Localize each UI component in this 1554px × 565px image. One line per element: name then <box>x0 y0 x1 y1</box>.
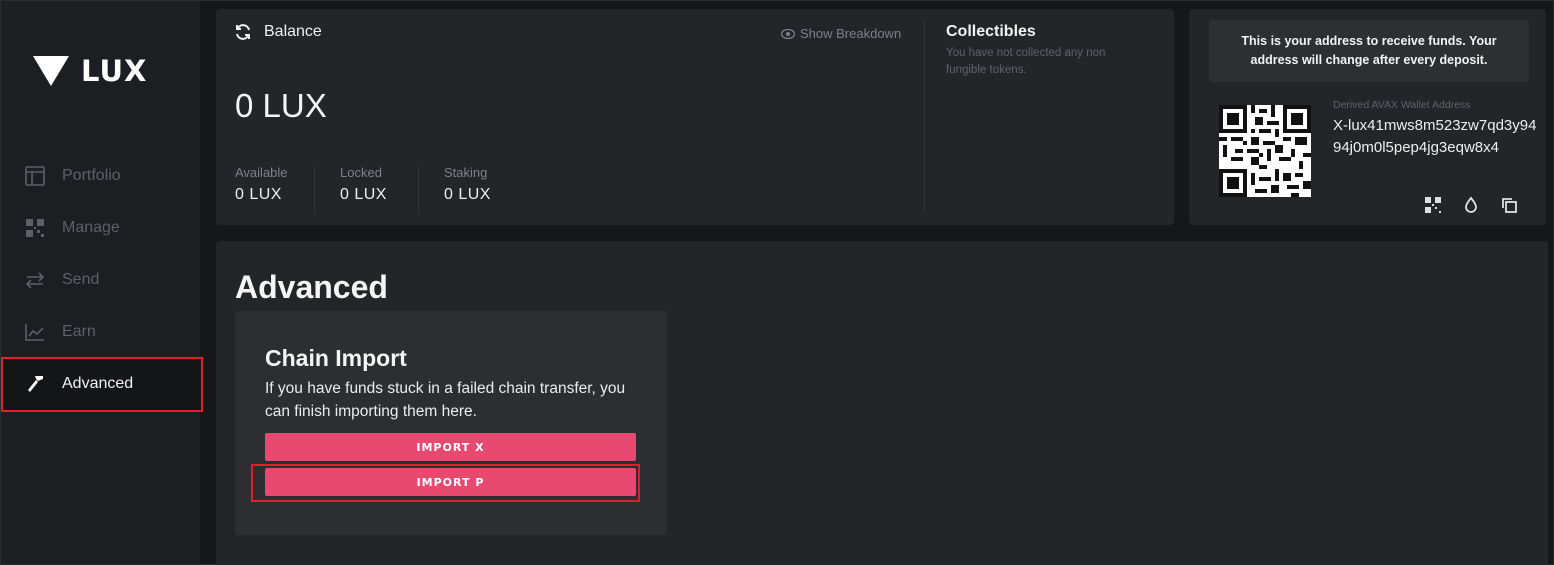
available-label: Available <box>235 165 288 180</box>
staking-label: Staking <box>444 165 488 180</box>
page-title: Advanced <box>235 269 388 305</box>
sidebar-item-portfolio[interactable]: Portfolio <box>1 150 200 202</box>
qr-grid-icon <box>26 219 44 237</box>
sidebar-item-label: Portfolio <box>62 167 121 184</box>
advanced-panel: Advanced Chain Import If you have funds … <box>216 241 1548 565</box>
show-breakdown-label: Show Breakdown <box>800 26 902 41</box>
refresh-icon[interactable] <box>234 23 252 41</box>
chain-import-description: If you have funds stuck in a failed chai… <box>265 380 626 420</box>
sidebar: LUX Portfolio Manage Send Earn Advanced <box>1 1 200 564</box>
sidebar-item-label: Advanced <box>62 375 134 392</box>
droplet-icon <box>1465 196 1477 213</box>
address-notice: This is your address to receive funds. Y… <box>1209 20 1529 82</box>
eye-icon <box>781 28 795 39</box>
qr-code-icon <box>1425 197 1441 213</box>
available-balance: Available 0 LUX <box>235 165 288 204</box>
balance-card: Balance Show Breakdown 0 LUX Available 0… <box>216 9 1174 225</box>
divider <box>314 166 315 214</box>
available-value: 0 LUX <box>235 186 282 203</box>
collectibles-title: Collectibles <box>946 23 1036 40</box>
staking-value: 0 LUX <box>444 186 491 203</box>
show-breakdown-button[interactable]: Show Breakdown <box>781 26 901 41</box>
balance-title: Balance <box>264 23 322 40</box>
total-balance: 0 LUX <box>235 87 327 124</box>
copy-address-button[interactable] <box>1499 195 1519 215</box>
brand-logo[interactable]: LUX <box>33 54 147 88</box>
chart-icon <box>25 324 44 341</box>
collectibles-empty-text: You have not collected any non fungible … <box>946 47 1106 76</box>
locked-label: Locked <box>340 165 382 180</box>
sidebar-item-advanced[interactable]: Advanced <box>1 358 200 410</box>
sidebar-item-label: Manage <box>62 219 120 236</box>
import-x-button[interactable]: IMPORT X <box>265 433 636 461</box>
chain-import-title: Chain Import <box>265 345 407 371</box>
wallet-address[interactable]: X-lux41mws8m523zw7qd3y9494j0m0l5pep4jg3e… <box>1333 115 1538 159</box>
staking-balance: Staking 0 LUX <box>444 165 491 204</box>
sidebar-item-label: Send <box>62 271 100 288</box>
copy-icon <box>1502 198 1517 213</box>
sidebar-item-send[interactable]: Send <box>1 254 200 306</box>
divider <box>924 21 925 213</box>
hammer-icon <box>28 376 43 392</box>
brand-name: LUX <box>81 54 148 88</box>
faucet-button[interactable] <box>1461 195 1481 215</box>
logo-triangle-icon <box>33 56 69 86</box>
address-actions <box>1423 195 1519 215</box>
address-card: This is your address to receive funds. Y… <box>1189 9 1546 225</box>
import-p-button[interactable]: IMPORT P <box>265 468 636 496</box>
locked-value: 0 LUX <box>340 186 387 203</box>
portfolio-icon <box>25 166 45 186</box>
locked-balance: Locked 0 LUX <box>340 165 387 204</box>
divider <box>418 166 419 214</box>
balance-header: Balance <box>234 23 322 41</box>
chain-import-card: Chain Import If you have funds stuck in … <box>235 311 667 535</box>
sidebar-item-label: Earn <box>62 323 96 340</box>
transfer-arrows-icon <box>25 272 45 289</box>
show-qr-button[interactable] <box>1423 195 1443 215</box>
sidebar-item-earn[interactable]: Earn <box>1 306 200 358</box>
address-label: Derived AVAX Wallet Address <box>1333 99 1471 111</box>
qr-code-image[interactable] <box>1219 105 1311 197</box>
sidebar-item-manage[interactable]: Manage <box>1 202 200 254</box>
